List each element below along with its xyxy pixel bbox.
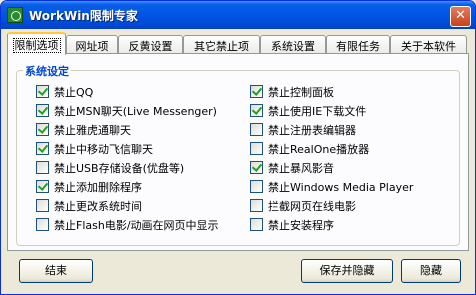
checkbox[interactable] <box>250 85 263 98</box>
checkbox[interactable] <box>250 142 263 155</box>
checkbox[interactable] <box>250 161 263 174</box>
option-label: 禁止添加删除程序 <box>54 181 142 194</box>
option-label: 禁止Flash电影/动画在网页中显示 <box>54 219 219 232</box>
option-label: 禁止Windows Media Player <box>268 181 414 194</box>
option-label: 禁止使用IE下载文件 <box>268 105 367 118</box>
tab-bar: 限制选项 网址项 反黄设置 其它禁止项 系统设置 有限任务 关于本软件 <box>7 32 469 55</box>
hide-button[interactable]: 隐藏 <box>401 259 461 283</box>
checkbox[interactable] <box>250 180 263 193</box>
tab-about[interactable]: 关于本软件 <box>390 35 467 53</box>
option-label: 禁止中移动飞信聊天 <box>54 143 153 156</box>
tab-url-items[interactable]: 网址项 <box>66 35 118 53</box>
option-label: 禁止RealOne播放器 <box>268 143 370 156</box>
window-title: WorkWin限制专家 <box>29 9 138 23</box>
checkbox[interactable] <box>36 104 49 117</box>
option-label: 禁止更改系统时间 <box>54 200 142 213</box>
option-label: 禁止安装程序 <box>268 219 334 232</box>
option-label: 拦截网页在线电影 <box>268 200 356 213</box>
tab-restriction-options[interactable]: 限制选项 <box>7 32 66 55</box>
end-button[interactable]: 结束 <box>19 259 93 283</box>
title-bar[interactable]: WorkWin限制专家 ✕ <box>1 1 475 29</box>
tab-system-settings[interactable]: 系统设置 <box>260 35 326 53</box>
checkbox[interactable] <box>250 199 263 212</box>
option-label: 禁止暴风影音 <box>268 162 334 175</box>
checkbox[interactable] <box>36 123 49 136</box>
main-window: WorkWin限制专家 ✕ 限制选项 网址项 反黄设置 其它禁止项 系统设置 有… <box>0 0 476 295</box>
app-icon <box>7 7 23 23</box>
checkbox[interactable] <box>250 218 263 231</box>
option-label: 禁止MSN聊天(Live Messenger) <box>54 105 217 118</box>
tab-other-prohibitions[interactable]: 其它禁止项 <box>183 35 260 53</box>
close-button[interactable]: ✕ <box>450 6 471 27</box>
tab-anti-porn[interactable]: 反黄设置 <box>118 35 183 53</box>
checkbox[interactable] <box>36 218 49 231</box>
group-title: 系统设定 <box>23 63 71 79</box>
option-label: 禁止控制面板 <box>268 86 334 99</box>
checkbox[interactable] <box>250 123 263 136</box>
checkbox[interactable] <box>36 142 49 155</box>
option-label: 禁止雅虎通聊天 <box>54 124 131 137</box>
close-icon: ✕ <box>455 8 466 23</box>
save-and-hide-button[interactable]: 保存并隐藏 <box>301 259 393 283</box>
checkbox[interactable] <box>36 85 49 98</box>
checkbox[interactable] <box>36 180 49 193</box>
checkbox[interactable] <box>36 199 49 212</box>
option-label: 禁止QQ <box>54 86 94 99</box>
checkbox[interactable] <box>250 104 263 117</box>
tab-panel: 系统设定 禁止QQ 禁止MSN聊天(Live Messenger) 禁止雅虎通聊天禁… <box>7 53 469 251</box>
option-label: 禁止USB存储设备(优盘等) <box>54 162 185 175</box>
option-label: 禁止注册表编辑器 <box>268 124 356 137</box>
tab-limited-tasks[interactable]: 有限任务 <box>326 35 390 53</box>
system-settings-group: 系统设定 禁止QQ 禁止MSN聊天(Live Messenger) 禁止雅虎通聊天禁… <box>16 63 460 246</box>
checkbox[interactable] <box>36 161 49 174</box>
